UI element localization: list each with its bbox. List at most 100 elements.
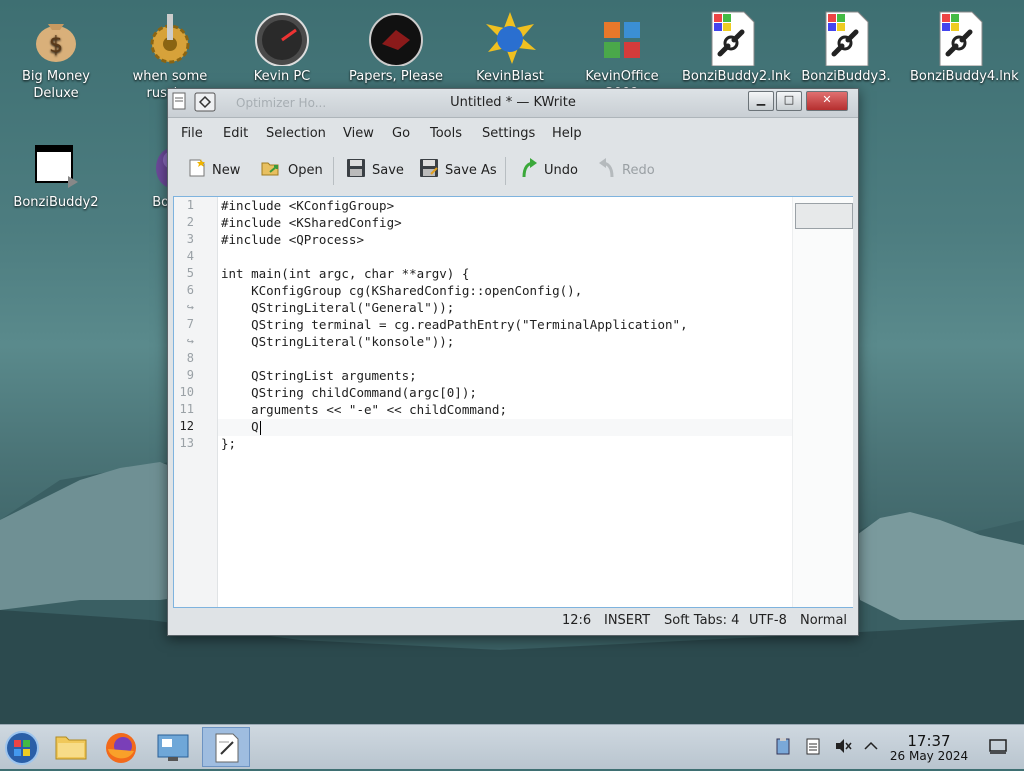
maximize-button[interactable]: □ [776,91,802,111]
menu-selection[interactable]: Selection [266,126,326,141]
show-desktop-icon[interactable] [988,737,1007,755]
menu-tools[interactable]: Tools [430,126,462,141]
menu-help[interactable]: Help [552,126,582,141]
remote-desktop-icon [157,734,189,761]
save-as-button[interactable]: Save As [419,157,497,183]
current-line-number: 12 [179,419,194,433]
save-icon [346,158,366,182]
menu-go[interactable]: Go [392,126,410,141]
line-number: 8 [186,351,194,365]
firefox-button[interactable] [98,727,144,767]
redo-arrow-icon [598,157,616,183]
desktop-icon-label: BonziBuddy3. [801,69,891,84]
redo-button[interactable]: Redo [598,157,655,183]
toolbar-separator [333,157,334,185]
indent-setting[interactable]: Soft Tabs: 4 [664,613,739,628]
open-button[interactable]: Open [260,157,323,183]
desktop-icon-kevin-pc[interactable]: Kevin PC [232,4,332,85]
undo-label: Undo [544,162,578,178]
kwrite-window: Optimizer Ho... Untitled * — KWrite ▁ □ … [167,88,859,636]
new-document-icon [188,158,206,182]
start-orb-icon [5,731,39,765]
line-number: 13 [179,436,194,450]
gear-icon [142,10,198,66]
shortcut-icon [932,10,988,67]
firefox-icon [106,733,136,763]
desktop-icon-big-money[interactable]: $ Big Money Deluxe [6,4,106,102]
minimap-viewport[interactable] [795,203,853,229]
code-line: #include <KSharedConfig> [221,215,402,230]
desktop-icon-bonzibuddy2[interactable]: BonziBuddy2 [6,130,106,211]
start-button[interactable] [0,727,46,767]
clipboard-icon[interactable] [774,737,792,755]
desktop-icon-bonzibuddy2-lnk[interactable]: BonziBuddy2.lnk [682,4,791,85]
taskbar: 17:37 26 May 2024 [0,724,1024,769]
notes-icon[interactable] [804,737,822,755]
minimap-scrollbar[interactable] [792,197,853,607]
code-line: QStringList arguments; [221,368,417,383]
input-mode[interactable]: INSERT [604,613,650,628]
code-line: #include <QProcess> [221,232,364,247]
undo-arrow-icon [520,157,538,183]
gauge-icon [254,10,310,67]
code-line: QString terminal = cg.readPathEntry("Ter… [221,317,688,332]
syntax-mode[interactable]: Normal [800,613,847,628]
line-number: 3 [186,232,194,246]
menu-view[interactable]: View [343,126,374,141]
kwrite-task-button[interactable] [202,727,250,767]
text-cursor [260,421,261,435]
menu-settings[interactable]: Settings [482,126,535,141]
line-wrap-marker: ↪ [186,300,194,314]
line-number: 1 [186,198,194,212]
text-editor[interactable]: 1 2 3 4 5 6 ↪ 7 ↪ 8 9 10 11 12 13 #inclu… [173,196,853,608]
line-number: 6 [186,283,194,297]
line-wrap-marker: ↪ [186,334,194,348]
file-manager-button[interactable] [48,727,94,767]
new-button[interactable]: New [188,157,240,183]
close-button[interactable]: ✕ [806,91,848,111]
line-number: 7 [186,317,194,331]
toolbar-separator [505,157,506,185]
save-as-label: Save As [445,162,497,178]
code-line: KConfigGroup cg(KSharedConfig::openConfi… [221,283,583,298]
desktop-icon-label: BonziBuddy2.lnk [682,69,791,84]
office-icon [594,10,650,66]
code-line: arguments << "-e" << childCommand; [221,402,507,417]
clock[interactable]: 17:37 26 May 2024 [888,733,970,763]
kwrite-icon [215,733,239,763]
title-bar[interactable]: Optimizer Ho... Untitled * — KWrite ▁ □ … [168,89,858,118]
line-number: 9 [186,368,194,382]
minimize-button[interactable]: ▁ [748,91,774,111]
clock-time: 17:37 [907,732,951,750]
desktop-icon-kevinblast[interactable]: KevinBlast [460,4,560,85]
menu-file[interactable]: File [181,126,203,141]
undo-button[interactable]: Undo [520,157,578,183]
file-manager-icon [55,736,87,760]
desktop-icon-label: BonziBuddy2 [13,195,99,210]
status-bar: 12:6 INSERT Soft Tabs: 4 UTF-8 Normal [168,609,858,633]
line-number: 4 [186,249,194,263]
desktop-icon-bonzibuddy4-lnk[interactable]: BonziBuddy4.lnk [910,4,1019,85]
volume-muted-icon[interactable] [834,737,852,755]
window-icon [28,136,84,192]
encoding-setting[interactable]: UTF-8 [749,613,787,628]
save-as-icon [419,158,439,182]
line-number: 11 [179,402,194,416]
menu-bar: File Edit Selection View Go Tools Settin… [168,119,858,147]
svg-text:$: $ [49,33,63,58]
save-button[interactable]: Save [346,157,404,183]
desktop-icon-label: KevinBlast [476,69,544,84]
menu-edit[interactable]: Edit [223,126,248,141]
code-line: QString childCommand(argc[0]); [221,385,477,400]
remote-desktop-button[interactable] [150,727,196,767]
cursor-position[interactable]: 12:6 [562,613,591,628]
clock-date: 26 May 2024 [889,749,969,763]
chevron-up-icon[interactable] [862,737,880,755]
desktop-icon-bonzibuddy3[interactable]: BonziBuddy3. [796,4,896,85]
blast-icon [482,10,538,66]
desktop-icon-papers-please[interactable]: Papers, Please [346,4,446,85]
code-line: }; [221,436,237,451]
main-toolbar: New Open Save Save As Undo Redo [168,151,858,189]
current-line-highlight [218,419,792,436]
save-label: Save [372,162,404,178]
